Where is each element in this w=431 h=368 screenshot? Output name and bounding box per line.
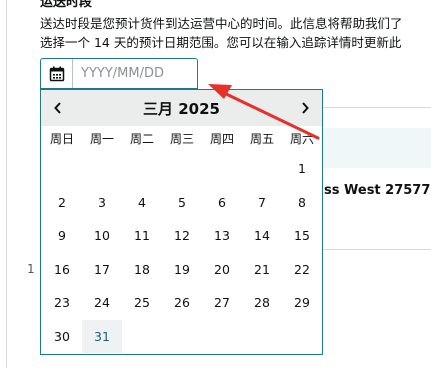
weekday-label: 周五 [249, 132, 274, 146]
calendar-day[interactable]: 18 [122, 253, 162, 287]
calendar-day[interactable]: 16 [42, 253, 82, 287]
background-row-divider [322, 249, 431, 250]
calendar-day[interactable]: 22 [282, 253, 322, 287]
month-title: 三月 2025 [143, 100, 220, 118]
calendar-day[interactable]: 27 [202, 286, 242, 320]
calendar-day[interactable]: 13 [202, 219, 242, 253]
background-table-header [322, 128, 431, 168]
calendar-day[interactable]: 20 [202, 253, 242, 287]
date-field[interactable] [40, 58, 198, 89]
weekday-label: 周一 [89, 132, 114, 146]
help-text-line-2: 选择一个 14 天的预计日期范围。您可以在输入追踪详情时更新此 [40, 35, 402, 50]
left-border-rule [6, 0, 7, 368]
background-shipment-address: ss West 27577 - [324, 183, 431, 198]
weekday-label: 周三 [169, 132, 194, 146]
calendar-day[interactable]: 4 [122, 186, 162, 220]
calendar-day[interactable]: 3 [82, 186, 122, 220]
calendar-day[interactable]: 2 [42, 186, 82, 220]
section-heading: 运送时段 [40, 0, 93, 10]
weekday-label: 周四 [209, 132, 234, 146]
calendar-day[interactable]: 10 [82, 219, 122, 253]
date-picker-popup: 三月 2025 周日 周一 周二 周三 周四 周五 周六 1 2 3 4 5 6 7 8 9 10… [40, 89, 323, 355]
calendar-empty-cell [122, 152, 162, 186]
help-text-line-1: 送达时段是您预计货件到达运营中心的时间。此信息将帮助我们了 [40, 16, 403, 31]
calendar-day[interactable]: 8 [282, 186, 322, 220]
calendar-empty-cell [82, 152, 122, 186]
date-input[interactable] [81, 60, 191, 87]
background-row-number: 1 [27, 262, 35, 276]
calendar-day[interactable]: 29 [282, 286, 322, 320]
calendar-day[interactable]: 5 [162, 186, 202, 220]
weekday-label: 周六 [289, 132, 314, 146]
background-row-divider [322, 107, 431, 108]
calendar-day[interactable]: 30 [42, 320, 82, 354]
calendar-empty-cell [202, 152, 242, 186]
calendar-day[interactable]: 26 [162, 286, 202, 320]
next-month-button[interactable] [293, 96, 317, 120]
calendar-day[interactable]: 31 [82, 319, 122, 353]
calendar-header: 三月 2025 [41, 90, 322, 126]
weekday-label: 周二 [129, 132, 154, 146]
calendar-day[interactable]: 25 [122, 286, 162, 320]
calendar-day[interactable]: 6 [202, 186, 242, 220]
day-grid: 1 2 3 4 5 6 7 8 9 10 11 12 13 14 15 16 17 18 19 20 21 22 23 24 2… [42, 152, 322, 353]
help-text: 送达时段是您预计货件到达运营中心的时间。此信息将帮助我们了 选择一个 14 天的… [40, 14, 431, 52]
calendar-day[interactable]: 7 [242, 186, 282, 220]
calendar-day[interactable]: 11 [122, 219, 162, 253]
calendar-icon [49, 66, 64, 81]
chevron-right-icon [302, 102, 309, 114]
calendar-day[interactable]: 14 [242, 219, 282, 253]
calendar-empty-cell [242, 152, 282, 186]
calendar-empty-cell [162, 152, 202, 186]
calendar-day[interactable]: 9 [42, 219, 82, 253]
calendar-day[interactable]: 17 [82, 253, 122, 287]
calendar-day[interactable]: 19 [162, 253, 202, 287]
weekday-header-row: 周日 周一 周二 周三 周四 周五 周六 [41, 128, 322, 150]
calendar-day[interactable]: 23 [42, 286, 82, 320]
calendar-day[interactable]: 21 [242, 253, 282, 287]
calendar-day[interactable]: 15 [282, 219, 322, 253]
calendar-day[interactable]: 28 [242, 286, 282, 320]
calendar-day[interactable]: 24 [82, 286, 122, 320]
calendar-day[interactable]: 12 [162, 219, 202, 253]
weekday-label: 周日 [49, 132, 74, 146]
open-calendar-button[interactable] [41, 59, 73, 88]
calendar-empty-cell [42, 152, 82, 186]
calendar-day[interactable]: 1 [282, 152, 322, 186]
